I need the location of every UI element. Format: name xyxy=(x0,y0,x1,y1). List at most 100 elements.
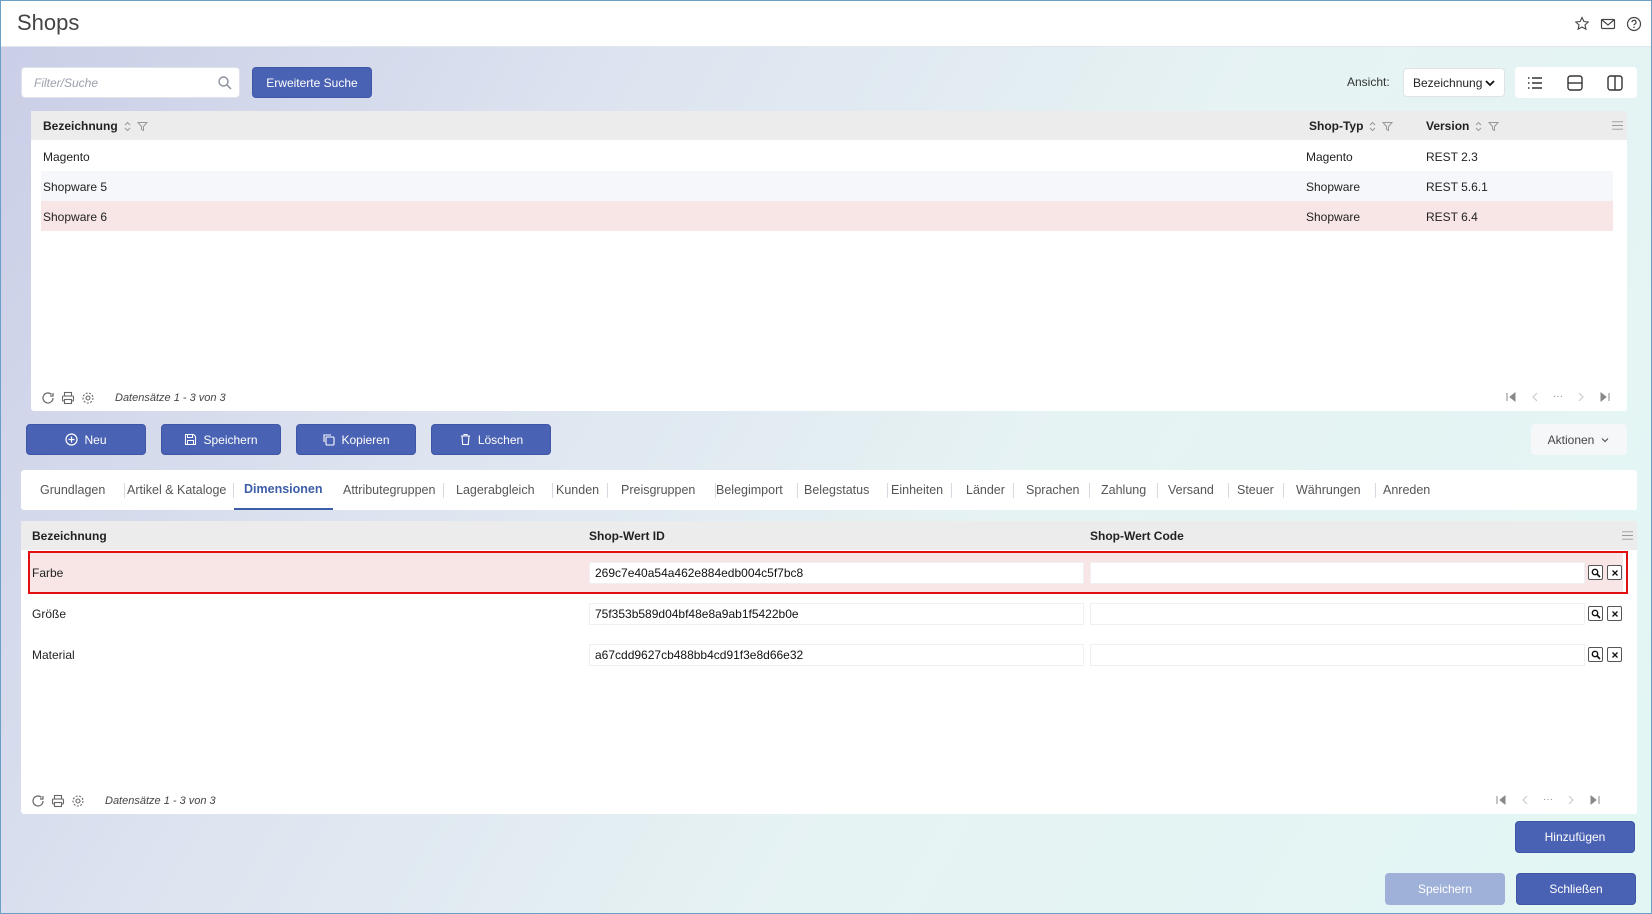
table-row[interactable]: Shopware 5 Shopware REST 5.6.1 xyxy=(41,171,1613,201)
shops-grid: Bezeichnung Shop-Typ Version Magento Mag… xyxy=(31,111,1627,411)
table-row-selected[interactable]: Shopware 6 Shopware REST 6.4 xyxy=(41,201,1613,231)
search-icon[interactable] xyxy=(217,75,233,91)
tab-laender[interactable]: Länder xyxy=(966,470,1005,510)
sort-icon[interactable] xyxy=(122,121,133,132)
next-page-icon[interactable] xyxy=(1565,794,1577,806)
tab-preisgruppen[interactable]: Preisgruppen xyxy=(621,470,695,510)
print-icon[interactable] xyxy=(51,794,65,808)
page-ellipsis: ··· xyxy=(1553,391,1563,402)
dimension-row[interactable]: Größe 75f353b589d04bf48e8a9ab1f5422b0e xyxy=(29,593,1623,634)
prev-page-icon[interactable] xyxy=(1529,391,1541,403)
tab-kunden[interactable]: Kunden xyxy=(556,470,599,510)
search-box xyxy=(21,67,240,98)
close-icon xyxy=(1611,569,1618,576)
help-icon[interactable] xyxy=(1625,15,1643,33)
table-row[interactable]: Magento Magento REST 2.3 xyxy=(41,141,1613,171)
view-select-value: Bezeichnung xyxy=(1413,75,1483,90)
search-icon xyxy=(1591,650,1601,660)
close-button[interactable]: Schließen xyxy=(1516,873,1636,905)
column-header-version[interactable]: Version xyxy=(1426,119,1500,133)
save-record-button[interactable]: Speichern xyxy=(161,424,281,455)
view-label: Ansicht: xyxy=(1347,75,1390,89)
cell-version: REST 5.6.1 xyxy=(1426,180,1488,194)
tab-belegimport[interactable]: Belegimport xyxy=(716,470,783,510)
prev-page-icon[interactable] xyxy=(1519,794,1531,806)
tab-grundlagen[interactable]: Grundlagen xyxy=(40,470,105,510)
lookup-button[interactable] xyxy=(1588,647,1603,662)
search-input[interactable] xyxy=(22,68,202,97)
first-page-icon[interactable] xyxy=(1495,794,1507,806)
dimension-name: Farbe xyxy=(32,566,64,580)
star-icon[interactable] xyxy=(1573,15,1591,33)
tab-zahlung[interactable]: Zahlung xyxy=(1101,470,1146,510)
value-code-field[interactable] xyxy=(1090,644,1585,666)
clear-button[interactable] xyxy=(1607,647,1622,662)
column-header-value-id[interactable]: Shop-Wert ID xyxy=(589,529,665,543)
tab-versand[interactable]: Versand xyxy=(1168,470,1214,510)
dimension-row[interactable]: Farbe 269c7e40a54a462e884edb004c5f7bc8 xyxy=(29,552,1623,593)
gear-icon[interactable] xyxy=(71,794,85,808)
tab-steuer[interactable]: Steuer xyxy=(1237,470,1274,510)
tab-lagerabgleich[interactable]: Lagerabgleich xyxy=(456,470,535,510)
sort-icon[interactable] xyxy=(1473,121,1484,132)
tab-attributegruppen[interactable]: Attributegruppen xyxy=(343,470,435,510)
split-vertical-icon xyxy=(1607,74,1623,91)
value-id-field[interactable]: 75f353b589d04bf48e8a9ab1f5422b0e xyxy=(589,603,1084,625)
value-code-field[interactable] xyxy=(1090,562,1585,584)
print-icon[interactable] xyxy=(61,391,75,405)
lookup-button[interactable] xyxy=(1588,565,1603,580)
column-header-type[interactable]: Shop-Typ xyxy=(1309,119,1394,133)
tab-sprachen[interactable]: Sprachen xyxy=(1026,470,1080,510)
actions-dropdown-label: Aktionen xyxy=(1547,432,1595,447)
mail-icon[interactable] xyxy=(1599,15,1617,33)
column-header-name[interactable]: Bezeichnung xyxy=(32,529,107,543)
list-view-button[interactable] xyxy=(1515,67,1555,98)
lookup-button[interactable] xyxy=(1588,606,1603,621)
value-id-field[interactable]: 269c7e40a54a462e884edb004c5f7bc8 xyxy=(589,562,1084,584)
column-header-value-code[interactable]: Shop-Wert Code xyxy=(1090,529,1184,543)
column-menu-icon[interactable] xyxy=(1622,530,1633,541)
cell-name: Magento xyxy=(43,150,90,164)
delete-button[interactable]: Löschen xyxy=(431,424,551,455)
first-page-icon[interactable] xyxy=(1505,391,1517,403)
add-button[interactable]: Hinzufügen xyxy=(1515,821,1635,853)
filter-icon[interactable] xyxy=(1488,121,1500,132)
column-header-name[interactable]: Bezeichnung xyxy=(43,119,148,133)
list-icon xyxy=(1528,76,1542,89)
value-id-field[interactable]: a67cdd9627cb488bb4cd91f3e8d66e32 xyxy=(589,644,1084,666)
tab-bar: Grundlagen Artikel & Kataloge Dimensione… xyxy=(21,470,1637,510)
save-button[interactable]: Speichern xyxy=(1385,873,1505,905)
cell-type: Shopware xyxy=(1306,180,1361,194)
split-horizontal-button[interactable] xyxy=(1555,67,1595,98)
tab-einheiten[interactable]: Einheiten xyxy=(891,470,943,510)
clear-button[interactable] xyxy=(1607,606,1622,621)
tab-artikel-kataloge[interactable]: Artikel & Kataloge xyxy=(127,470,226,510)
column-header-label: Bezeichnung xyxy=(43,119,118,133)
sort-icon[interactable] xyxy=(1367,121,1378,132)
view-select[interactable]: Bezeichnung xyxy=(1403,68,1505,97)
refresh-icon[interactable] xyxy=(41,391,55,405)
copy-button[interactable]: Kopieren xyxy=(296,424,416,455)
next-page-icon[interactable] xyxy=(1575,391,1587,403)
filter-icon[interactable] xyxy=(136,121,148,132)
new-button[interactable]: Neu xyxy=(26,424,146,455)
tab-dimensionen[interactable]: Dimensionen xyxy=(234,470,333,510)
tab-belegstatus[interactable]: Belegstatus xyxy=(804,470,869,510)
filter-icon[interactable] xyxy=(1382,121,1394,132)
gear-icon[interactable] xyxy=(81,391,95,405)
last-page-icon[interactable] xyxy=(1599,391,1611,403)
refresh-icon[interactable] xyxy=(31,794,45,808)
value-code-field[interactable] xyxy=(1090,603,1585,625)
last-page-icon[interactable] xyxy=(1589,794,1601,806)
tab-anreden[interactable]: Anreden xyxy=(1383,470,1430,510)
actions-dropdown[interactable]: Aktionen xyxy=(1531,424,1627,455)
clear-button[interactable] xyxy=(1607,565,1622,580)
split-vertical-button[interactable] xyxy=(1595,67,1635,98)
column-menu-icon[interactable] xyxy=(1612,120,1623,131)
tab-waehrungen[interactable]: Währungen xyxy=(1296,470,1361,510)
advanced-search-button[interactable]: Erweiterte Suche xyxy=(252,67,372,98)
split-horizontal-icon xyxy=(1567,74,1583,91)
dimensions-grid: Bezeichnung Shop-Wert ID Shop-Wert Code … xyxy=(21,521,1637,814)
dimension-row[interactable]: Material a67cdd9627cb488bb4cd91f3e8d66e3… xyxy=(29,634,1623,675)
column-header-label: Shop-Typ xyxy=(1309,119,1364,133)
